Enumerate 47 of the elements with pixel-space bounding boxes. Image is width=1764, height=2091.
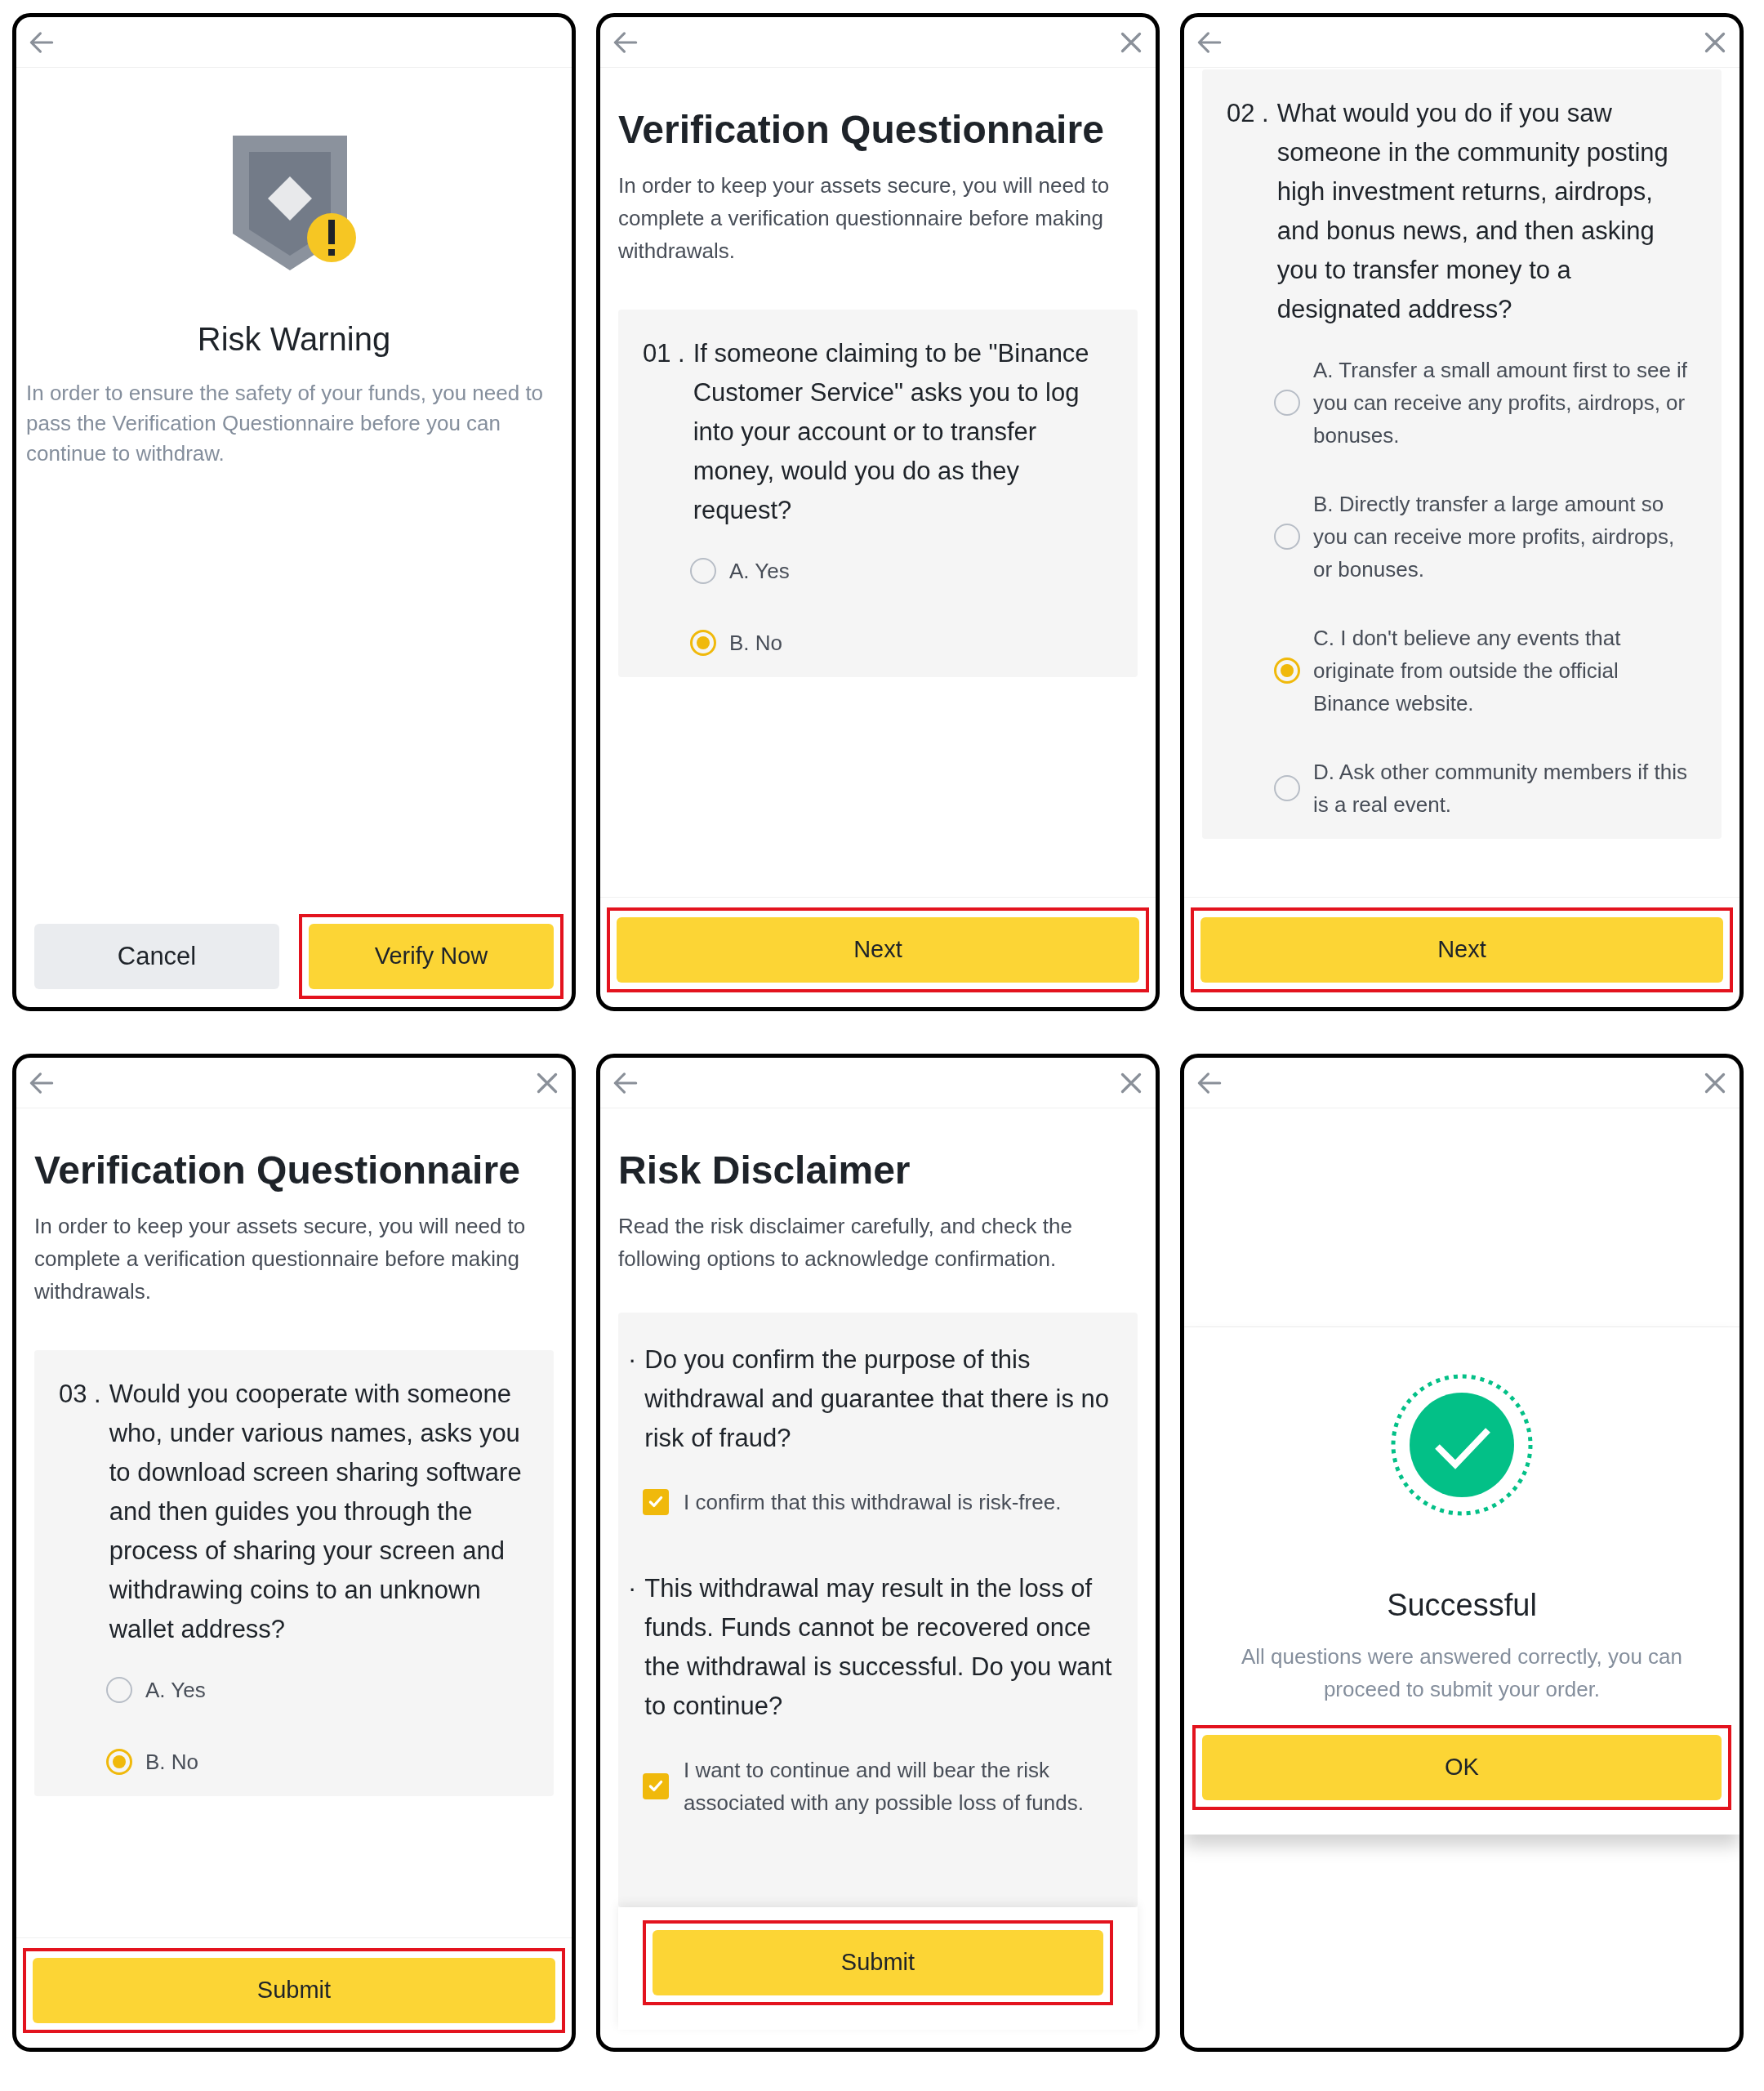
intro-text: In order to keep your assets secure, you will need to complete a verification questionnaire before making withdrawals. xyxy=(34,1213,527,1305)
option-label[interactable]: A. Yes xyxy=(145,1674,206,1706)
page-title: Risk Disclaimer xyxy=(618,1148,911,1193)
primary-button[interactable]: Submit xyxy=(653,1930,1103,1995)
radio-button[interactable] xyxy=(1274,390,1300,416)
radio-button[interactable] xyxy=(1274,524,1300,550)
primary-button[interactable]: Verify Now xyxy=(309,924,554,989)
result-title: Successful xyxy=(1387,1587,1537,1624)
checkbox-label: I want to continue and will bear the risk associated with any possible loss of funds. xyxy=(684,1757,1085,1817)
checkbox[interactable] xyxy=(643,1773,669,1799)
radio-button[interactable] xyxy=(1274,658,1300,684)
question-text: If someone claiming to be "Binance Customer Service" asks you to log into your account or to transfer money, would you do as they request? xyxy=(693,338,1090,526)
bullet: · xyxy=(628,1344,637,1375)
option-label[interactable]: C. I don't believe any events that originate from outside the official Binance website. xyxy=(1313,622,1697,720)
statement-text: This withdrawal may result in the loss of funds. Funds cannot be recovered once the withdrawal is successful. Do you want to continue? xyxy=(644,1573,1113,1722)
primary-button[interactable]: Next xyxy=(617,917,1139,983)
warning-text: In order to ensure the safety of your funds, you need to pass the Verification Questionnaire before you can continue to withdraw. xyxy=(26,380,545,467)
option-label[interactable]: A. Yes xyxy=(729,555,790,587)
option-label[interactable]: D. Ask other community members if this is a real event. xyxy=(1313,756,1697,821)
page-title: Risk Warning xyxy=(197,320,391,359)
question-text: What would you do if you saw someone in the community posting high investment returns, airdrops, and bonus news, and then asking you to transfer money to a designated address? xyxy=(1276,98,1669,325)
page-title: Verification Questionnaire xyxy=(618,107,1105,153)
question-number: 03 . xyxy=(59,1379,101,1410)
primary-button[interactable]: Next xyxy=(1200,917,1723,983)
statement-text: Do you confirm the purpose of this withdrawal and guarantee that there is no risk of fraud? xyxy=(644,1344,1111,1454)
result-text: All questions were answered correctly, you can proceed to submit your order. xyxy=(1241,1643,1683,1703)
radio-button[interactable] xyxy=(106,1677,132,1703)
cancel-button[interactable]: Cancel xyxy=(34,924,279,989)
question-number: 02 . xyxy=(1227,98,1269,129)
question-text: Would you cooperate with someone who, under various names, asks you to download screen sharing software and then guides you through the process of sharing your screen and withdrawing coins to an unknown wallet address? xyxy=(109,1379,523,1645)
radio-button[interactable] xyxy=(690,630,716,656)
radio-button[interactable] xyxy=(690,558,716,584)
option-label[interactable]: B. No xyxy=(145,1745,199,1778)
checkbox[interactable] xyxy=(643,1489,669,1515)
intro-text: Read the risk disclaimer carefully, and check the following options to acknowledge confirmation. xyxy=(618,1213,1073,1273)
question-number: 01 . xyxy=(643,338,685,369)
option-label[interactable]: B. No xyxy=(729,626,783,659)
radio-button[interactable] xyxy=(106,1749,132,1775)
intro-text: In order to keep your assets secure, you will need to complete a verification questionnaire before making withdrawals. xyxy=(618,172,1111,265)
primary-button[interactable]: OK xyxy=(1202,1735,1722,1800)
radio-button[interactable] xyxy=(1274,775,1300,801)
page-title: Verification Questionnaire xyxy=(34,1148,521,1193)
option-label[interactable]: A. Transfer a small amount first to see if you can receive any profits, airdrops, or bonuses. xyxy=(1313,354,1697,452)
primary-button[interactable]: Submit xyxy=(33,1958,555,2023)
option-label[interactable]: B. Directly transfer a large amount so you can receive more profits, airdrops, or bonuses. xyxy=(1313,488,1697,586)
checkbox-label: I confirm that this withdrawal is risk-free. xyxy=(684,1489,1062,1516)
bullet: · xyxy=(628,1573,637,1604)
